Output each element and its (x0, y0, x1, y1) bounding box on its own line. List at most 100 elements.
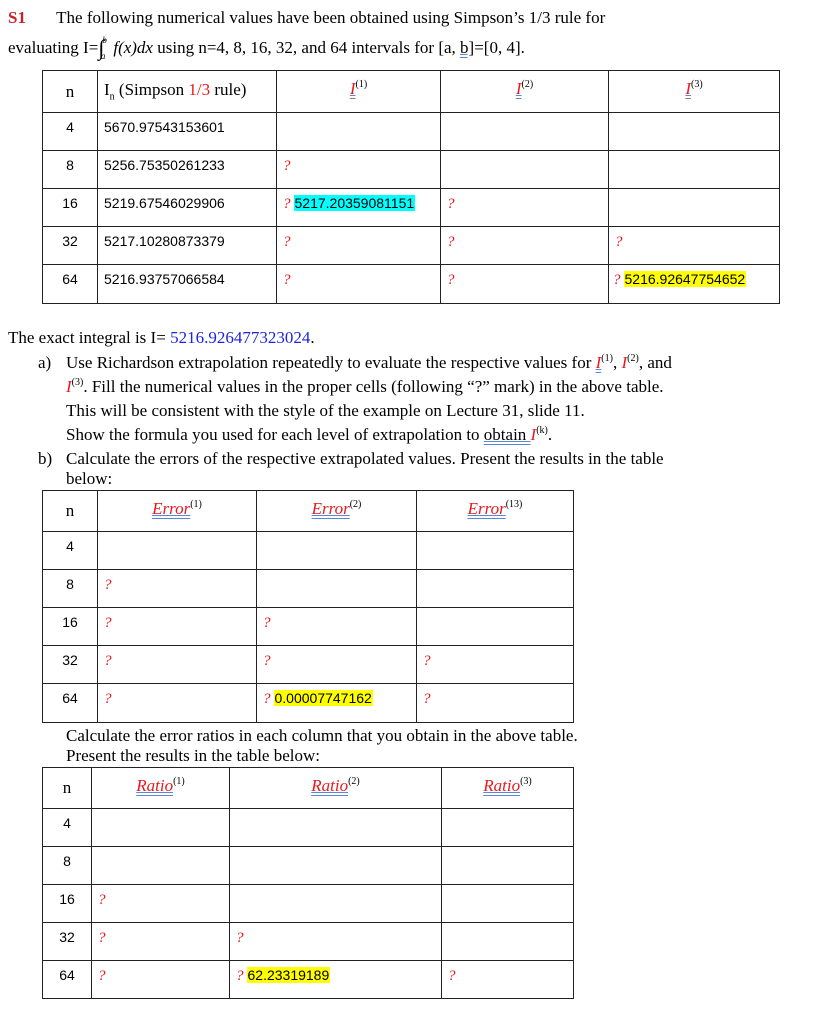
error1-cell[interactable] (97, 531, 257, 570)
error1-cell[interactable]: ? (97, 683, 257, 723)
part-b-text2: below: (66, 469, 113, 488)
question-mark: ? (98, 930, 106, 946)
integral-lower: a (100, 51, 106, 61)
table-row: 16 5219.67546029906 ? 5217.20359081151 ? (42, 188, 780, 227)
i2-cell[interactable]: ? (440, 226, 609, 265)
i1-cell[interactable]: ? (276, 226, 441, 265)
part-a-text4: Show the formula you used for each level… (66, 425, 553, 444)
i3-cell[interactable]: ? (608, 226, 780, 265)
part-a-label: a) (38, 353, 52, 372)
ratio3-cell[interactable] (441, 808, 574, 847)
header-i2: I(2) (440, 70, 609, 113)
error3-cell[interactable] (416, 531, 574, 570)
error2-value-highlighted: 0.00007747162 (273, 690, 373, 706)
ratio2-cell[interactable] (229, 808, 442, 847)
question-mark: ? (104, 691, 112, 707)
part-a-text: Use Richardson extrapolation repeatedly … (66, 353, 596, 372)
question-mark: ? (283, 196, 291, 212)
error2-cell[interactable] (256, 531, 417, 570)
row-n: 64 (42, 960, 92, 999)
row-n: 16 (42, 884, 92, 923)
question-mark: ? (263, 615, 271, 631)
ratio1-cell[interactable]: ? (91, 884, 230, 923)
i1-cell[interactable]: ? (276, 264, 441, 304)
header-n: n (42, 70, 98, 113)
table-row: 8 (42, 846, 574, 885)
ratio3-cell[interactable]: ? (441, 960, 574, 999)
header-n: n (42, 767, 92, 809)
i3-cell[interactable] (608, 112, 780, 151)
i2-cell[interactable]: ? (440, 264, 609, 304)
header-ratio2: Ratio(2) (229, 767, 442, 809)
ratios-text2: Present the results in the table below: (66, 746, 320, 765)
part-a-line1: a) (38, 353, 51, 373)
simpson-value: 5670.97543153601 (97, 112, 277, 151)
error2-cell[interactable]: ? 0.00007747162 (256, 683, 417, 723)
error1-cell[interactable]: ? (97, 645, 257, 684)
i2-cell[interactable] (440, 112, 609, 151)
intro-suffix: using n=4, 8, 16, 32, and 64 intervals f… (152, 38, 461, 57)
error3-cell[interactable] (416, 569, 574, 608)
i3-cell[interactable]: ? 5216.92647754652 (608, 264, 780, 304)
part-b-label: b) (38, 449, 53, 468)
i3-cell[interactable] (608, 150, 780, 189)
row-n: 32 (42, 922, 92, 961)
error1-cell[interactable]: ? (97, 607, 257, 646)
header-i3: I(3) (608, 70, 780, 113)
table-row: 64 ? ? 62.23319189 ? (42, 960, 574, 999)
simpson-value: 5219.67546029906 (97, 188, 277, 227)
error3-cell[interactable]: ? (416, 645, 574, 684)
table-row: 4 5670.97543153601 (42, 112, 780, 151)
exact-label: The exact integral is I= (8, 328, 166, 347)
error3-cell[interactable] (416, 607, 574, 646)
ratio2-cell[interactable] (229, 884, 442, 923)
header-in: In (Simpson 1/3 rule) (97, 70, 277, 113)
header-error3: Error(13) (416, 490, 574, 532)
i3-cell[interactable] (608, 188, 780, 227)
part-a-text: . Fill the numerical values in the prope… (83, 377, 664, 396)
ratio1-cell[interactable] (91, 846, 230, 885)
header-n: n (42, 490, 98, 532)
ratio2-cell[interactable]: ? (229, 922, 442, 961)
i1-cell[interactable]: ? (276, 150, 441, 189)
i1-cell[interactable] (276, 112, 441, 151)
error2-cell[interactable] (256, 569, 417, 608)
question-mark: ? (98, 968, 106, 984)
ratio3-cell[interactable] (441, 884, 574, 923)
error3-cell[interactable]: ? (416, 683, 574, 723)
ratio1-cell[interactable] (91, 808, 230, 847)
table-row: 4 (42, 808, 574, 847)
row-n: 64 (42, 264, 98, 304)
question-mark: ? (104, 615, 112, 631)
question-mark: ? (615, 234, 623, 250)
question-mark: ? (613, 272, 621, 288)
question-mark: ? (283, 158, 291, 174)
ratio3-cell[interactable] (441, 846, 574, 885)
i2-cell[interactable] (440, 150, 609, 189)
question-mark: ? (236, 930, 244, 946)
table-header-row: n Error(1) Error(2) Error(13) (42, 490, 574, 532)
table-row: 16 ? ? (42, 607, 574, 646)
table-row: 8 5256.75350261233 ? (42, 150, 780, 189)
error2-cell[interactable]: ? (256, 607, 417, 646)
part-a-text1: Use Richardson extrapolation repeatedly … (66, 353, 672, 372)
table-header-row: n In (Simpson 1/3 rule) I(1) I(2) I(3) (42, 70, 780, 113)
error1-cell[interactable]: ? (97, 569, 257, 608)
i1-cell[interactable]: ? 5217.20359081151 (276, 188, 441, 227)
question-mark: ? (447, 272, 455, 288)
ratio1-cell[interactable]: ? (91, 922, 230, 961)
row-n: 32 (42, 226, 98, 265)
ratio2-cell[interactable] (229, 846, 442, 885)
question-mark: ? (283, 272, 291, 288)
question-mark: ? (236, 968, 244, 984)
ratio2-cell[interactable]: ? 62.23319189 (229, 960, 442, 999)
integrand: f(x)dx (113, 38, 153, 57)
i2-cell[interactable]: ? (440, 188, 609, 227)
row-n: 64 (42, 683, 98, 723)
ratio1-cell[interactable]: ? (91, 960, 230, 999)
error-table: n Error(1) Error(2) Error(13) 4 8 ? 16 ?… (42, 490, 574, 723)
error2-cell[interactable]: ? (256, 645, 417, 684)
intro-prefix: evaluating I= (8, 38, 99, 57)
i3-value-highlighted: 5216.92647754652 (623, 271, 747, 287)
ratio3-cell[interactable] (441, 922, 574, 961)
